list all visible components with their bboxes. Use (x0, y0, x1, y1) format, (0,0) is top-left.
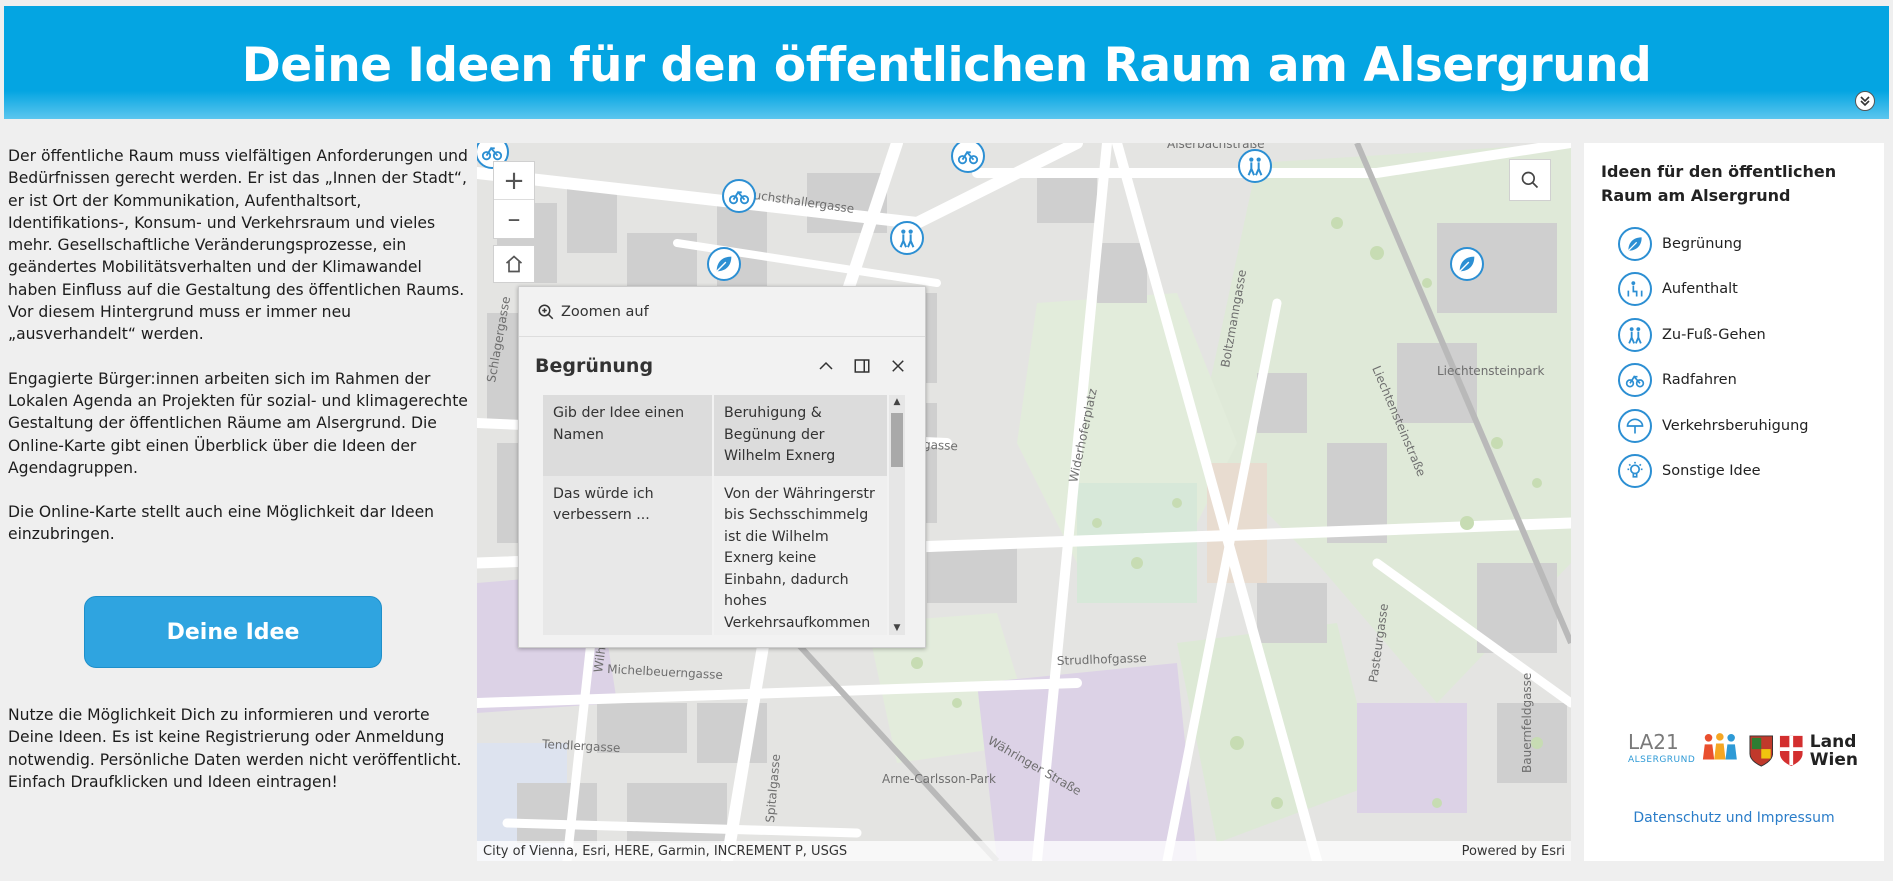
district-coat-of-arms-icon (1749, 735, 1773, 767)
legend-label: Sonstige Idee (1662, 463, 1761, 480)
legend-item-radfahren: Radfahren (1618, 358, 1808, 404)
scroll-down-arrow[interactable]: ▼ (889, 621, 905, 635)
legend-item-aufenthalt: Aufenthalt (1618, 267, 1808, 313)
zoom-out-button[interactable]: – (494, 200, 534, 238)
legend-label: Aufenthalt (1662, 281, 1738, 298)
scrollbar-thumb[interactable] (891, 413, 903, 467)
attribute-table: Gib der Idee einen Namen Beruhigung & Be… (543, 395, 887, 635)
legend-item-zu-fuss-gehen: Zu-Fuß-Gehen (1618, 312, 1808, 358)
scroll-up-arrow[interactable]: ▲ (889, 395, 905, 409)
bicycle-icon (1618, 363, 1652, 398)
double-chevron-down-icon (1860, 96, 1870, 107)
popup-content[interactable]: Gib der Idee einen Namen Beruhigung & Be… (543, 395, 887, 635)
map-marker-bicycle[interactable] (722, 179, 756, 213)
traffic-calming-icon (1618, 408, 1652, 443)
field-value: Von der Währingerstr bis Sechsschimmelg … (713, 475, 887, 635)
legend-item-verkehrsberuhigung: Verkehrsberuhigung (1618, 403, 1808, 449)
close-popup-button[interactable] (887, 355, 909, 377)
field-name: Gib der Idee einen Namen (543, 395, 714, 476)
page-title: Deine Ideen für den öffentlichen Raum am… (241, 38, 1652, 93)
deine-idee-button[interactable]: Deine Idee (84, 596, 382, 668)
park-label: Arne-Carlsson-Park (882, 772, 996, 786)
collapse-popup-button[interactable] (815, 355, 837, 377)
collapse-header-button[interactable] (1855, 91, 1875, 111)
map-marker-leaf[interactable] (1450, 247, 1484, 281)
zoom-in-button[interactable]: + (494, 162, 534, 200)
privacy-imprint-link[interactable]: Datenschutz und Impressum (1584, 810, 1884, 826)
intro-paragraph-1: Der öffentliche Raum muss vielfältigen A… (8, 147, 468, 344)
close-icon (892, 360, 904, 372)
leaf-icon (1618, 226, 1652, 261)
table-row: Das würde ich verbessern ... Von der Wäh… (543, 475, 887, 635)
map-search-button[interactable] (1509, 159, 1551, 201)
map-marker-pedestrians[interactable] (1238, 149, 1272, 183)
bicycle-icon (957, 150, 979, 165)
feature-popup: Zoomen auf Begrünung Gib der Idee einen … (518, 286, 926, 648)
legend-label: Begrünung (1662, 235, 1742, 252)
pedestrians-icon (1247, 157, 1263, 176)
people-figures-icon (1703, 733, 1738, 760)
legend-item-sonstige-idee: Sonstige Idee (1618, 449, 1808, 495)
pedestrians-icon (899, 229, 915, 248)
bicycle-icon (481, 146, 503, 161)
zoom-controls: + – (493, 161, 535, 239)
land-wien-logo-line1: Land (1809, 732, 1857, 752)
field-name: Das würde ich verbessern ... (543, 475, 714, 635)
legend-item-begruenung: Begrünung (1618, 221, 1808, 267)
popup-actions (815, 355, 909, 377)
lightbulb-icon (1618, 454, 1652, 489)
zoom-in-icon (538, 304, 554, 319)
attribution-sources: City of Vienna, Esri, HERE, Garmin, INCR… (483, 843, 848, 859)
map-attribution: City of Vienna, Esri, HERE, Garmin, INCR… (477, 841, 1571, 861)
intro-paragraph-2: Engagierte Bürger:innen arbeiten sich im… (8, 369, 468, 477)
land-wien-logo-line2: Wien (1809, 750, 1858, 770)
la21-logo: LA21 ALSERGRUND (1628, 732, 1696, 769)
wien-coat-of-arms-icon (1780, 735, 1803, 767)
field-value: Beruhigung & Begünung der Wilhelm Exnerg (713, 395, 887, 476)
legend-label: Verkehrsberuhigung (1662, 417, 1809, 434)
leaf-icon (1459, 256, 1475, 272)
land-wien-logo: Land Wien (1810, 733, 1858, 769)
legend-label: Zu-Fuß-Gehen (1662, 326, 1766, 343)
powered-by-esri-link[interactable]: Powered by Esri (1462, 844, 1565, 859)
la21-logo-subtitle: ALSERGRUND (1628, 755, 1696, 765)
legend-title: Ideen für den öffentlichen Raum am Alser… (1601, 162, 1837, 205)
intro-paragraph-4: Nutze die Möglichkeit Dich zu informiere… (8, 706, 462, 791)
popup-header: Begrünung (519, 337, 925, 395)
dock-icon (854, 359, 870, 373)
popup-scrollbar[interactable]: ▲ ▼ (889, 395, 905, 635)
legend-list: Begrünung Aufenthalt Zu-Fuß-Gehen Radfah… (1618, 221, 1808, 494)
popup-title: Begrünung (535, 355, 654, 377)
search-icon (1521, 171, 1539, 189)
park-label: Liechtensteinpark (1437, 364, 1544, 378)
legend-panel: Ideen für den öffentlichen Raum am Alser… (1584, 143, 1884, 861)
dock-popup-button[interactable] (851, 355, 873, 377)
map-marker-leaf[interactable] (707, 247, 741, 281)
pedestrians-icon (1618, 317, 1652, 352)
zoom-to-action[interactable]: Zoomen auf (519, 287, 925, 337)
home-icon (505, 255, 523, 273)
home-button[interactable] (493, 245, 535, 283)
intro-text: Der öffentliche Raum muss vielfältigen A… (8, 145, 468, 568)
street-label: Bauernfeldgasse (1520, 673, 1534, 773)
zoom-to-label: Zoomen auf (561, 303, 649, 320)
bicycle-icon (728, 190, 750, 205)
table-row: Gib der Idee einen Namen Beruhigung & Be… (543, 395, 887, 476)
partner-logos: LA21 ALSERGRUND Land Wien (1628, 726, 1858, 776)
map-marker-pedestrians[interactable] (890, 221, 924, 255)
leaf-icon (716, 256, 732, 272)
chevron-up-icon (819, 361, 833, 370)
bench-person-icon (1618, 272, 1652, 307)
intro-paragraph-3: Die Online-Karte stellt auch eine Möglic… (8, 503, 435, 544)
legend-label: Radfahren (1662, 372, 1737, 389)
header-banner: Deine Ideen für den öffentlichen Raum am… (4, 6, 1889, 119)
